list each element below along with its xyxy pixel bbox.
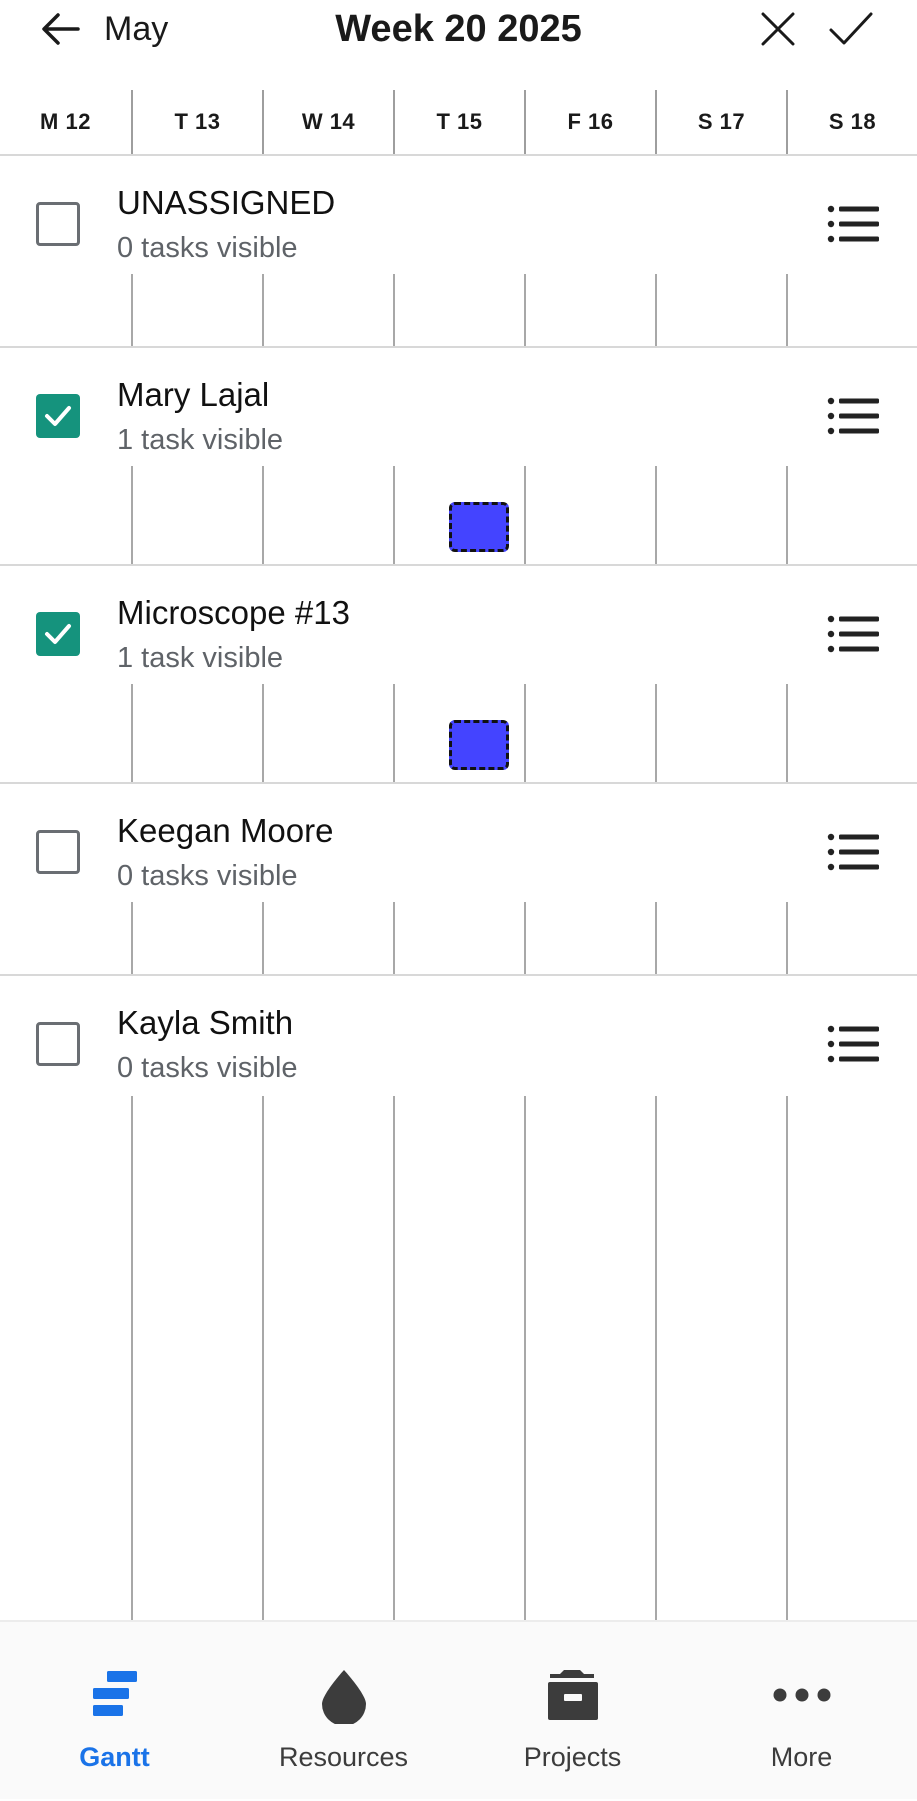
day-header-cell[interactable]: T 15 — [394, 90, 525, 154]
list-icon — [827, 397, 879, 435]
nav-item-resources[interactable]: Resources — [229, 1622, 458, 1801]
list-icon — [827, 615, 879, 653]
bottom-navigation: Gantt Resources Projects More — [0, 1620, 917, 1799]
check-icon — [829, 12, 873, 45]
row-list-button[interactable] — [822, 608, 886, 660]
day-grid-line — [524, 902, 526, 974]
day-grid-line — [393, 466, 395, 564]
row-name: Kayla Smith — [117, 1004, 294, 1041]
day-grid-line — [786, 466, 788, 564]
day-grid-line — [393, 902, 395, 974]
day-grid-line — [393, 1096, 395, 1620]
day-grid-line — [131, 1096, 133, 1620]
confirm-button[interactable] — [822, 4, 880, 54]
row-task-count: 1 task visible — [117, 424, 284, 456]
row-list-button[interactable] — [822, 198, 886, 250]
row-list-button[interactable] — [822, 1018, 886, 1070]
top-app-bar: May Week 20 2025 — [0, 0, 917, 90]
row-name: Keegan Moore — [117, 812, 334, 849]
gantt-icon — [92, 1671, 137, 1716]
row-list-button[interactable] — [822, 826, 886, 878]
day-grid-line — [262, 684, 264, 782]
briefcase-icon — [547, 1670, 598, 1720]
close-icon — [761, 12, 795, 46]
resource-row: UNASSIGNED 0 tasks visible — [0, 156, 917, 348]
list-icon — [827, 205, 879, 243]
nav-item-gantt[interactable]: Gantt — [0, 1622, 229, 1801]
row-checkbox[interactable] — [36, 612, 80, 656]
day-grid-line — [524, 1096, 526, 1620]
list-icon — [827, 1025, 879, 1063]
task-block[interactable] — [449, 720, 509, 770]
day-grid-line — [786, 684, 788, 782]
nav-label: More — [770, 1742, 833, 1772]
row-task-count: 0 tasks visible — [117, 232, 298, 264]
day-header-cell[interactable]: M 12 — [0, 90, 131, 154]
resource-row: Kayla Smith 0 tasks visible — [0, 976, 917, 1102]
resource-rows: UNASSIGNED 0 tasks visible Mary Lajal 1 … — [0, 156, 917, 1102]
task-block[interactable] — [449, 502, 509, 552]
day-header-cell[interactable]: S 17 — [656, 90, 787, 154]
checkmark-icon — [45, 624, 71, 644]
row-task-count: 0 tasks visible — [117, 860, 298, 892]
month-label[interactable]: May — [104, 8, 168, 50]
close-button[interactable] — [750, 4, 806, 54]
row-checkbox[interactable] — [36, 202, 80, 246]
back-button[interactable] — [30, 4, 90, 54]
week-day-header: M 12 T 13 W 14 T 15 F 16 S 17 S 18 — [0, 90, 917, 156]
row-name: UNASSIGNED — [117, 184, 336, 221]
day-grid-line — [655, 274, 657, 346]
day-grid-line — [786, 1096, 788, 1620]
day-grid-line — [262, 466, 264, 564]
day-grid-line — [655, 466, 657, 564]
day-grid-line — [131, 466, 133, 564]
day-grid-line — [524, 274, 526, 346]
day-grid-line — [655, 684, 657, 782]
checkmark-icon — [45, 406, 71, 426]
row-name: Mary Lajal — [117, 376, 270, 413]
day-grid-line — [524, 466, 526, 564]
nav-label: Resources — [278, 1742, 409, 1772]
row-name: Microscope #13 — [117, 594, 350, 631]
row-task-count: 1 task visible — [117, 642, 284, 674]
nav-label: Gantt — [79, 1742, 150, 1772]
day-grid-line — [131, 684, 133, 782]
arrow-left-icon — [42, 13, 80, 45]
day-grid-line — [655, 1096, 657, 1620]
day-grid-line — [393, 274, 395, 346]
nav-label: Projects — [523, 1742, 622, 1772]
droplet-icon — [321, 1670, 366, 1724]
day-header-cell[interactable]: S 18 — [787, 90, 917, 154]
row-checkbox[interactable] — [36, 1022, 80, 1066]
day-grid-line — [262, 1096, 264, 1620]
day-grid-line — [655, 902, 657, 974]
day-grid-line — [524, 684, 526, 782]
more-dots-icon — [773, 1688, 830, 1702]
day-header-cell[interactable]: F 16 — [525, 90, 656, 154]
day-grid-line — [131, 274, 133, 346]
day-grid-line — [262, 274, 264, 346]
day-header-cell[interactable]: T 13 — [132, 90, 263, 154]
day-grid-line — [786, 902, 788, 974]
row-task-count: 0 tasks visible — [117, 1052, 298, 1084]
nav-item-more[interactable]: More — [687, 1622, 916, 1801]
day-grid-line — [786, 274, 788, 346]
day-header-cell[interactable]: W 14 — [263, 90, 394, 154]
gantt-empty-area — [0, 1096, 917, 1620]
row-checkbox[interactable] — [36, 394, 80, 438]
day-grid-line — [131, 902, 133, 974]
nav-item-projects[interactable]: Projects — [458, 1622, 687, 1801]
list-icon — [827, 833, 879, 871]
row-checkbox[interactable] — [36, 830, 80, 874]
row-list-button[interactable] — [822, 390, 886, 442]
day-grid-line — [393, 684, 395, 782]
day-grid-line — [262, 902, 264, 974]
resource-row: Keegan Moore 0 tasks visible — [0, 784, 917, 976]
